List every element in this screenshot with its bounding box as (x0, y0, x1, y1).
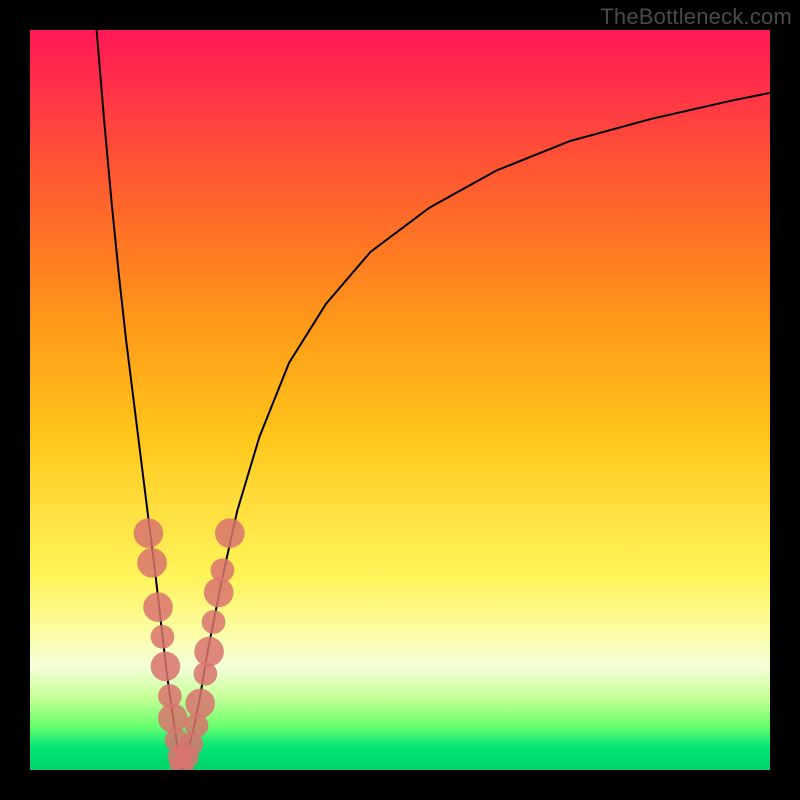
marker-dot (185, 689, 215, 719)
curve-right-branch (182, 93, 770, 770)
marker-dot (211, 558, 235, 582)
marker-dot (143, 592, 173, 622)
marker-dot (215, 518, 245, 548)
marker-dot (158, 703, 188, 733)
plot-area (30, 30, 770, 770)
marker-dot (134, 518, 164, 548)
chart-frame: TheBottleneck.com (0, 0, 800, 800)
curve-layer (30, 30, 770, 770)
marker-dot (137, 548, 167, 578)
marker-dot (202, 610, 226, 634)
marker-dot (151, 652, 181, 682)
marker-dot (194, 637, 224, 667)
marker-dot (204, 578, 234, 608)
watermark: TheBottleneck.com (600, 4, 792, 30)
marker-dot (151, 625, 175, 649)
